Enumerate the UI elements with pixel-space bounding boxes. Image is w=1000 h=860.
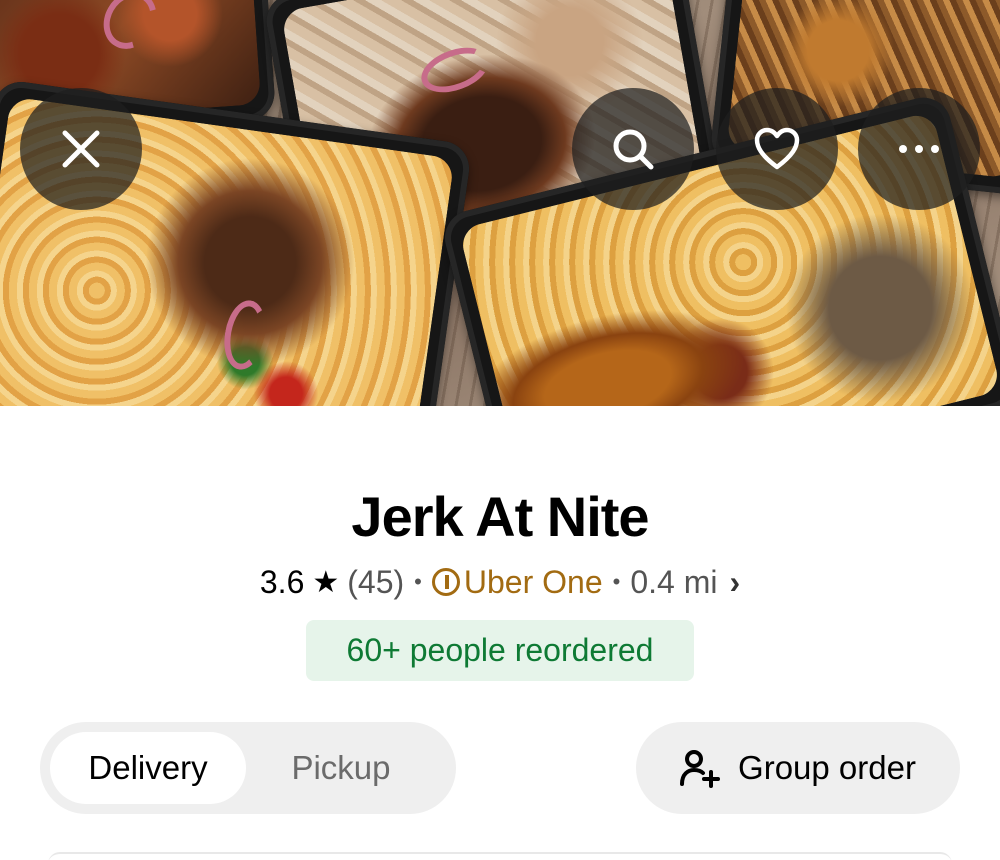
store-name: Jerk At Nite [351,485,649,548]
heart-icon [754,127,800,170]
separator-dot: • [414,569,422,594]
distance: 0.4 mi [630,563,718,600]
more-button[interactable] [858,88,980,210]
close-button[interactable] [20,88,142,210]
store-meta-row[interactable]: 3.6 ★ (45) • Uber One • 0.4 mi › [0,562,1000,602]
fulfillment-toggle[interactable]: Delivery Pickup [40,722,456,814]
uber-one-label: Uber One [463,563,603,600]
reorder-badge: 60+ people reordered [306,620,694,681]
add-person-icon [680,750,721,788]
hero-food-image [0,0,1000,406]
delivery-tab[interactable]: Delivery [50,732,246,804]
chevron-right-icon: › [729,563,741,600]
next-section-edge [48,852,952,860]
pickup-tab[interactable]: Pickup [246,732,436,804]
star-icon: ★ [312,565,340,599]
close-icon [62,130,100,168]
search-button[interactable] [572,88,694,210]
separator-dot: • [612,569,621,594]
review-count: (45) [347,563,405,600]
uber-one-icon [431,568,460,596]
group-order-label: Group order [738,749,916,786]
more-icon [899,145,939,153]
rating-value: 3.6 [259,563,305,600]
search-icon [613,129,654,170]
uber-one-badge: Uber One [431,563,603,601]
favorite-button[interactable] [716,88,838,210]
group-order-button[interactable]: Group order [636,722,960,814]
